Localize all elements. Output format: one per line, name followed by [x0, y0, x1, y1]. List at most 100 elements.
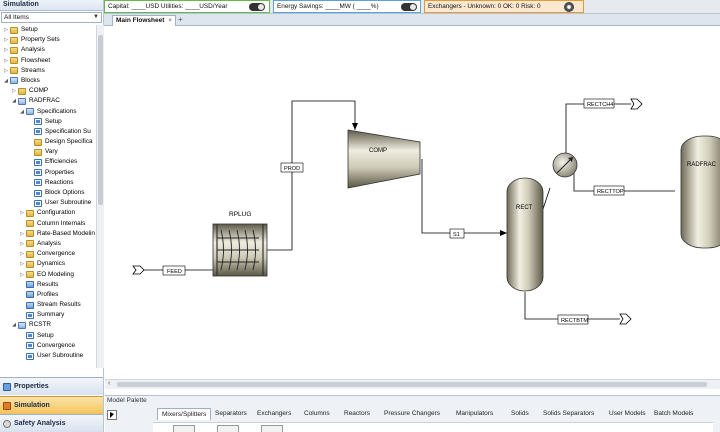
tab-palette-mixers-splitters[interactable]: Mixers/Splitters: [157, 408, 212, 420]
canvas-scrollbar-thumb[interactable]: [117, 382, 707, 387]
rplug-block[interactable]: [212, 223, 268, 277]
tree-expand-icon[interactable]: ▷: [3, 45, 9, 55]
tree-expand-icon[interactable]: ▷: [11, 86, 17, 96]
tree-expand-icon[interactable]: ▷: [19, 208, 25, 218]
tree-item-blocks[interactable]: ◢ Blocks: [0, 76, 96, 86]
rect-block[interactable]: [506, 177, 544, 292]
tree-item-label: Profiles: [37, 290, 59, 298]
tree-item-vary[interactable]: Vary: [0, 147, 96, 157]
radfrac-block[interactable]: [680, 135, 720, 249]
folder-icon: [34, 148, 42, 156]
folder-icon: [18, 321, 26, 329]
tab-main-flowsheet[interactable]: Main Flowsheet ×: [112, 15, 176, 26]
tree-scrollbar[interactable]: [96, 25, 104, 368]
tree-expand-icon[interactable]: ▷: [19, 249, 25, 259]
palette-model-ssplit-icon[interactable]: [261, 425, 283, 432]
tree-item-results[interactable]: Results: [0, 280, 96, 290]
tree-expand-icon[interactable]: ▷: [3, 56, 9, 66]
tab-palette-columns[interactable]: Columns: [304, 408, 330, 420]
pointer-tool-icon[interactable]: [107, 410, 117, 420]
tree-item-property-sets[interactable]: ▷ Property Sets: [0, 35, 96, 45]
properties-icon: [3, 383, 11, 391]
form-icon: [26, 291, 34, 299]
properties-nav-button[interactable]: Properties: [0, 377, 103, 395]
tree-item-properties[interactable]: Properties: [0, 168, 96, 178]
tree-item-convergence[interactable]: Convergence: [0, 341, 96, 351]
heat-exchanger-block[interactable]: [552, 152, 578, 178]
tree-item-summary[interactable]: Summary: [0, 310, 96, 320]
tree-item-setup[interactable]: Setup: [0, 117, 96, 127]
tab-palette-reactors[interactable]: Reactors: [344, 408, 370, 420]
exchangers-status-text: Exchangers - Unknown: 0 OK: 0 Risk: 0: [428, 3, 541, 10]
energy-toggle-icon[interactable]: [401, 3, 417, 11]
tab-palette-exchangers[interactable]: Exchangers: [257, 408, 291, 420]
tree-item-column-internals[interactable]: Column Internals: [0, 219, 96, 229]
tree-item-eo-modeling[interactable]: ▷ EO Modeling: [0, 270, 96, 280]
folder-icon: [34, 138, 42, 146]
tab-palette-manipulators[interactable]: Manipulators: [456, 408, 493, 420]
properties-nav-label: Properties: [14, 383, 49, 390]
tree-collapse-icon[interactable]: ◢: [19, 107, 25, 117]
tree-item-design-specifica[interactable]: Design Specifica: [0, 137, 96, 147]
tree-item-efficiencies[interactable]: Efficiencies: [0, 157, 96, 167]
model-palette-items: [153, 422, 713, 432]
tree-expand-icon[interactable]: ▷: [3, 66, 9, 76]
tree-scrollbar-thumb[interactable]: [98, 35, 103, 205]
tree-item-comp[interactable]: ▷ COMP: [0, 86, 96, 96]
tree-expand-icon[interactable]: ▷: [3, 25, 9, 35]
tree-collapse-icon[interactable]: ◢: [11, 320, 17, 330]
gear-icon[interactable]: [564, 2, 574, 12]
tree-item-setup[interactable]: Setup: [0, 331, 96, 341]
tree-item-specification-su[interactable]: Specification Su: [0, 127, 96, 137]
tree-item-streams[interactable]: ▷ Streams: [0, 66, 96, 76]
tree-item-rate-based-modelin[interactable]: ▷ Rate-Based Modelin: [0, 229, 96, 239]
palette-model-fsplit-icon[interactable]: [217, 425, 239, 432]
palette-model-mixer-icon[interactable]: [173, 425, 195, 432]
tree-item-setup[interactable]: ▷ Setup: [0, 25, 96, 35]
form-icon: [26, 342, 34, 350]
energy-status[interactable]: Energy Savings: ____MW ( ____%): [273, 0, 421, 13]
canvas-horizontal-scrollbar[interactable]: ‹: [105, 379, 720, 389]
tree-expand-icon[interactable]: ▷: [19, 239, 25, 249]
simulation-nav-button[interactable]: Simulation: [0, 396, 103, 414]
cost-status[interactable]: Capital: ____USD Utilities: ____USD/Year: [104, 0, 270, 13]
tree-item-user-subroutine[interactable]: User Subroutine: [0, 351, 96, 361]
navigation-filter-dropdown[interactable]: All Items ▼: [1, 12, 102, 23]
scroll-left-icon[interactable]: ‹: [108, 380, 110, 387]
tab-palette-pressure-changers[interactable]: Pressure Changers: [384, 408, 440, 420]
tree-collapse-icon[interactable]: ◢: [11, 96, 17, 106]
model-palette-tabs: Mixers/Splitters Separators Exchangers Colu…: [157, 408, 720, 420]
tree-item-reactions[interactable]: Reactions: [0, 178, 96, 188]
tab-palette-solids[interactable]: Solids: [511, 408, 529, 420]
tree-item-analysis[interactable]: ▷ Analysis: [0, 45, 96, 55]
exchangers-status[interactable]: Exchangers - Unknown: 0 OK: 0 Risk: 0: [424, 0, 584, 13]
tree-expand-icon[interactable]: ▷: [19, 259, 25, 269]
tree-item-dynamics[interactable]: ▷ Dynamics: [0, 259, 96, 269]
add-tab-icon[interactable]: +: [178, 15, 183, 25]
tab-palette-user-models[interactable]: User Models: [609, 408, 645, 420]
close-icon[interactable]: ×: [168, 16, 172, 26]
tree-item-profiles[interactable]: Profiles: [0, 290, 96, 300]
tree-item-block-options[interactable]: Block Options: [0, 188, 96, 198]
tree-item-rcstr[interactable]: ◢ RCSTR: [0, 320, 96, 330]
tree-item-flowsheet[interactable]: ▷ Flowsheet: [0, 56, 96, 66]
tree-item-configuration[interactable]: ▷ Configuration: [0, 208, 96, 218]
tree-item-stream-results[interactable]: Stream Results: [0, 300, 96, 310]
tab-palette-solids-separators[interactable]: Solids Separators: [543, 408, 594, 420]
cost-toggle-icon[interactable]: [249, 3, 265, 11]
tree-item-specifications[interactable]: ◢ Specifications: [0, 107, 96, 117]
flowsheet-canvas[interactable]: RPLUG COMP RECT RADFRAC FEED PROD S1 REC…: [105, 26, 720, 379]
tab-palette-separators[interactable]: Separators: [215, 408, 247, 420]
tree-expand-icon[interactable]: ▷: [19, 270, 25, 280]
tree-item-label: Dynamics: [37, 260, 66, 268]
tree-collapse-icon[interactable]: ◢: [3, 76, 9, 86]
tree-item-analysis[interactable]: ▷ Analysis: [0, 239, 96, 249]
tree-item-user-subroutine[interactable]: User Subroutine: [0, 198, 96, 208]
comp-block[interactable]: [347, 129, 421, 189]
tree-expand-icon[interactable]: ▷: [3, 35, 9, 45]
tree-expand-icon[interactable]: ▷: [19, 229, 25, 239]
tree-item-convergence[interactable]: ▷ Convergence: [0, 249, 96, 259]
tree-item-radfrac[interactable]: ◢ RADFRAC: [0, 96, 96, 106]
tab-palette-batch-models[interactable]: Batch Models: [654, 408, 693, 420]
safety-analysis-nav-button[interactable]: Safety Analysis: [0, 414, 103, 432]
